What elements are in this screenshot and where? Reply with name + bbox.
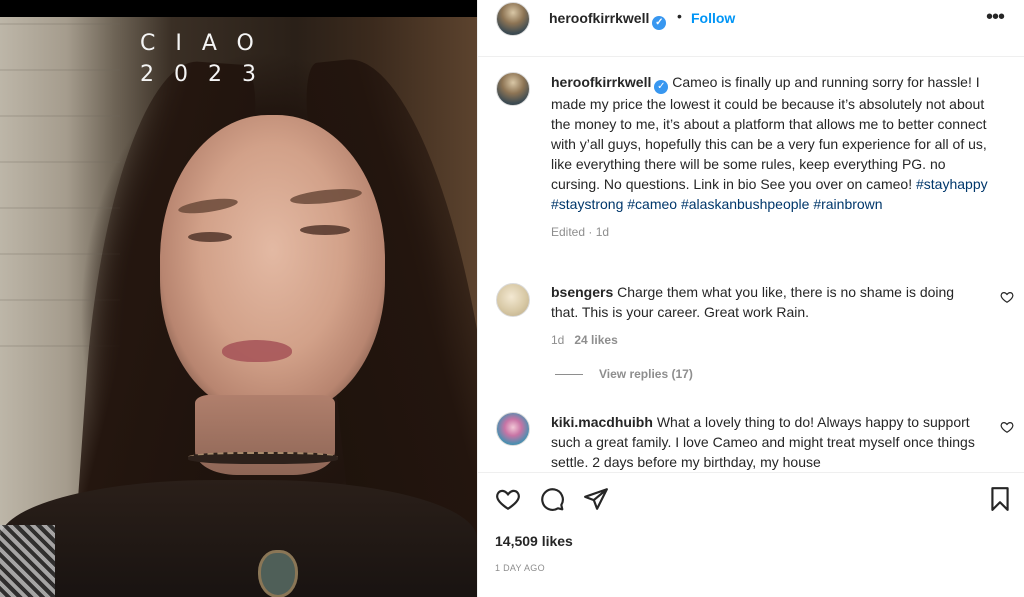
studded-strap bbox=[0, 525, 55, 597]
choker-necklace bbox=[188, 452, 338, 464]
caption-line-1: CIAO bbox=[140, 31, 274, 56]
photo-top-strip bbox=[0, 0, 477, 17]
caption-avatar[interactable] bbox=[496, 72, 530, 106]
author-username-wrap[interactable]: heroofkirrkwell ✓ bbox=[549, 10, 667, 30]
hashtag-link[interactable]: #staystrong bbox=[551, 196, 623, 212]
eye-left bbox=[188, 232, 232, 242]
verified-badge-icon: ✓ bbox=[654, 80, 669, 94]
commenter-avatar[interactable] bbox=[496, 412, 530, 446]
follow-button[interactable]: Follow bbox=[691, 10, 735, 26]
verified-badge-icon: ✓ bbox=[652, 16, 667, 30]
actions-divider bbox=[478, 472, 1024, 473]
action-bar bbox=[478, 478, 1024, 522]
eye-right bbox=[300, 225, 350, 235]
clothing-top bbox=[0, 480, 477, 597]
more-options-icon[interactable]: ••• bbox=[986, 6, 1005, 29]
separator-dot: • bbox=[677, 8, 682, 24]
comment-time[interactable]: 1d bbox=[551, 333, 564, 347]
hashtag-link[interactable]: #alaskanbushpeople bbox=[681, 196, 809, 212]
photo-caption-overlay: CIAO 2023 bbox=[140, 28, 340, 90]
hashtag-link[interactable]: #cameo bbox=[627, 196, 677, 212]
replies-line bbox=[555, 374, 583, 376]
view-replies-button[interactable]: View replies (17) bbox=[555, 367, 693, 381]
caption-username[interactable]: heroofkirrkwell bbox=[551, 74, 651, 90]
post-time-ago[interactable]: 1 DAY AGO bbox=[495, 563, 545, 573]
heart-icon[interactable] bbox=[1000, 420, 1014, 434]
hashtag-link[interactable]: #rainbrown bbox=[813, 196, 882, 212]
share-icon[interactable] bbox=[583, 486, 609, 512]
heart-icon[interactable] bbox=[495, 486, 521, 512]
likes-count[interactable]: 14,509 likes bbox=[495, 533, 573, 549]
view-replies-label[interactable]: View replies (17) bbox=[599, 367, 693, 381]
heart-icon[interactable] bbox=[1000, 290, 1014, 304]
comments-list[interactable]: heroofkirrkwell ✓ Cameo is finally up and… bbox=[478, 57, 1024, 472]
comment: bsengers Charge them what you like, ther… bbox=[551, 282, 976, 350]
comment-username[interactable]: bsengers bbox=[551, 284, 613, 300]
post-photo[interactable]: CIAO 2023 bbox=[0, 0, 477, 597]
bookmark-icon[interactable] bbox=[987, 486, 1013, 512]
author-avatar[interactable] bbox=[496, 2, 530, 36]
hashtag-link[interactable]: #stayhappy bbox=[916, 176, 988, 192]
face bbox=[160, 115, 385, 415]
post-caption: heroofkirrkwell ✓ Cameo is finally up and… bbox=[551, 72, 991, 242]
post-panel: heroofkirrkwell ✓ • Follow ••• heroofkirr… bbox=[477, 0, 1024, 597]
comment-meta: 1d 24 likes bbox=[551, 330, 976, 350]
caption-meta: Edited · 1d bbox=[551, 225, 610, 239]
comment-likes[interactable]: 24 likes bbox=[574, 333, 617, 347]
post-header: heroofkirrkwell ✓ • Follow ••• bbox=[478, 0, 1024, 38]
comment-icon[interactable] bbox=[539, 486, 565, 512]
author-username[interactable]: heroofkirrkwell bbox=[549, 10, 649, 26]
comment-username[interactable]: kiki.macdhuibh bbox=[551, 414, 653, 430]
commenter-avatar[interactable] bbox=[496, 283, 530, 317]
pendant bbox=[258, 550, 298, 597]
comment: kiki.macdhuibh What a lovely thing to do… bbox=[551, 412, 976, 472]
caption-text: Cameo is finally up and running sorry fo… bbox=[551, 74, 987, 192]
caption-line-2: 2023 bbox=[140, 62, 276, 87]
lips bbox=[222, 340, 292, 362]
